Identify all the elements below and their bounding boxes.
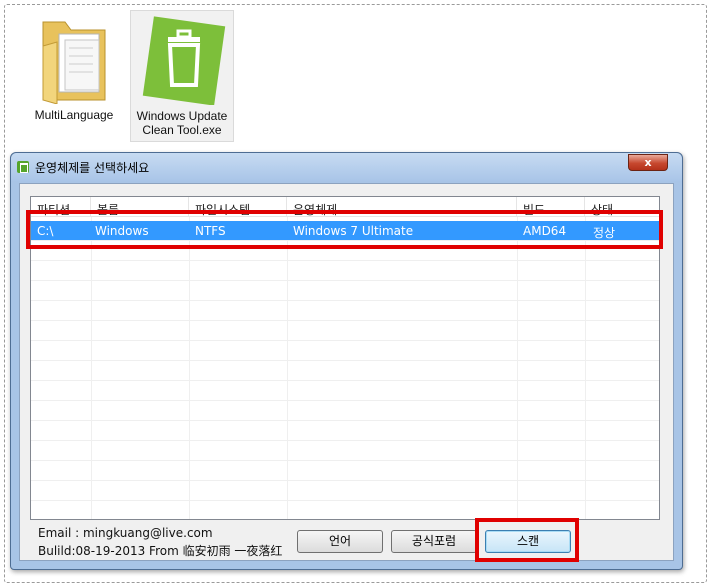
table-row <box>31 301 659 321</box>
dialog-titlebar[interactable]: 운영체제를 선택하세요 x <box>11 153 682 181</box>
table-row <box>31 361 659 381</box>
table-row <box>31 481 659 501</box>
trash-app-icon <box>142 16 226 105</box>
table-row <box>31 441 659 461</box>
forum-button[interactable]: 공식포럼 <box>391 530 477 553</box>
desktop-icon-label-line2: Clean Tool.exe <box>142 123 222 137</box>
table-row <box>31 281 659 301</box>
highlight-scan-button <box>475 518 579 562</box>
table-row <box>31 461 659 481</box>
table-row <box>31 401 659 421</box>
table-row <box>31 321 659 341</box>
highlight-selected-row <box>26 210 663 249</box>
folder-icon <box>42 21 106 104</box>
dialog-title: 운영체제를 선택하세요 <box>35 161 150 175</box>
table-row <box>31 261 659 281</box>
table-row <box>31 421 659 441</box>
desktop-icon-windows-update-clean-tool[interactable]: Windows Update Clean Tool.exe <box>130 10 234 142</box>
close-icon: x <box>644 156 652 169</box>
table-row <box>31 341 659 361</box>
language-button[interactable]: 언어 <box>297 530 383 553</box>
desktop-icon-label-line1: Windows Update <box>136 109 228 123</box>
desktop-icon-multilanguage[interactable]: MultiLanguage <box>22 10 126 142</box>
close-button[interactable]: x <box>628 154 668 171</box>
app-icon <box>17 161 29 173</box>
email-text: Email : mingkuang@live.com <box>38 526 213 540</box>
build-text: Bulild:08-19-2013 From 临安初雨 一夜落红 <box>38 544 283 558</box>
desktop-icon-label: MultiLanguage <box>34 108 114 122</box>
table-row <box>31 381 659 401</box>
